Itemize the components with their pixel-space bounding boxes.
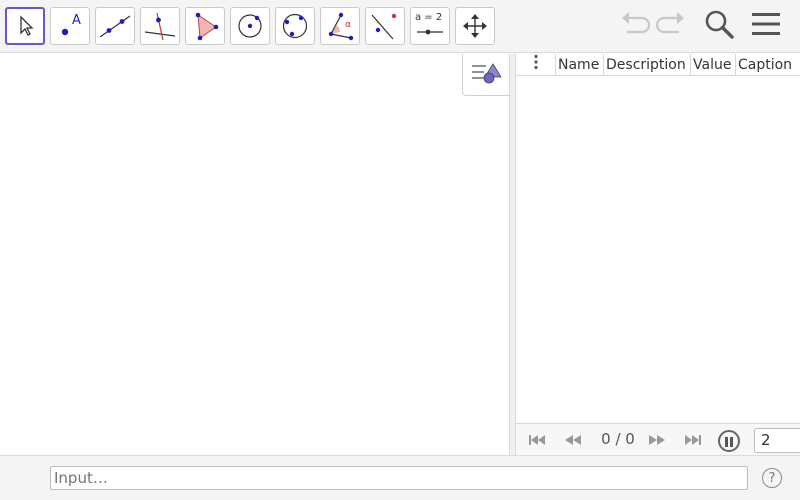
- pause-icon: [724, 432, 734, 451]
- previous-step-button[interactable]: [562, 432, 584, 448]
- next-step-button[interactable]: [646, 432, 668, 448]
- help-icon: ?: [768, 470, 776, 486]
- point-tool-label: A: [72, 13, 81, 28]
- rewind-icon: [564, 431, 582, 450]
- construction-protocol-view: Name Description Value Caption 0 / 0 2: [516, 54, 800, 455]
- protocol-column-value[interactable]: Value: [691, 54, 736, 76]
- graphics-view[interactable]: [0, 54, 509, 455]
- first-step-button[interactable]: [526, 432, 548, 448]
- move-graphics-view-tool-icon: [461, 12, 489, 40]
- perpendicular-line-tool-button[interactable]: [140, 7, 180, 45]
- input-help-button[interactable]: ?: [762, 468, 782, 488]
- slider-tool-button[interactable]: a = 2: [410, 7, 450, 45]
- redo-button[interactable]: [653, 8, 689, 44]
- main-menu-button[interactable]: [748, 8, 784, 44]
- move-tool-icon: [14, 14, 36, 38]
- hamburger-menu-icon: [751, 11, 781, 41]
- redo-icon: [655, 11, 687, 41]
- move-graphics-view-tool-button[interactable]: [455, 7, 495, 45]
- protocol-column-caption[interactable]: Caption: [736, 54, 800, 76]
- undo-button[interactable]: [617, 8, 653, 44]
- reflect-tool-button[interactable]: [365, 7, 405, 45]
- play-speed-field[interactable]: 2: [754, 428, 800, 453]
- line-tool-icon: [98, 11, 132, 41]
- style-bar-toggle-icon: [470, 60, 502, 90]
- protocol-column-description[interactable]: Description: [604, 54, 691, 76]
- perpendicular-line-tool-icon: [143, 11, 177, 41]
- point-tool-button[interactable]: A: [50, 7, 90, 45]
- line-tool-button[interactable]: [95, 7, 135, 45]
- search-button[interactable]: [701, 8, 737, 44]
- protocol-navigation-bar: 0 / 0 2: [516, 423, 800, 455]
- view-divider[interactable]: [509, 54, 516, 455]
- skip-to-start-icon: [528, 431, 546, 450]
- move-tool-button[interactable]: [5, 7, 45, 45]
- circle-center-point-tool-icon: [234, 11, 266, 41]
- toolbar: A α a = 2: [0, 0, 800, 53]
- fast-forward-icon: [648, 431, 666, 450]
- angle-tool-button[interactable]: α: [320, 7, 360, 45]
- style-bar-toggle-button[interactable]: [462, 54, 509, 96]
- skip-to-end-icon: [684, 431, 702, 450]
- angle-tool-label: α: [345, 20, 351, 30]
- angle-tool-icon: α: [324, 11, 356, 41]
- search-icon: [703, 8, 735, 44]
- protocol-header: Name Description Value Caption: [516, 54, 800, 76]
- point-tool-icon: A: [55, 11, 85, 41]
- input-bar: ?: [0, 455, 800, 500]
- polygon-tool-button[interactable]: [185, 7, 225, 45]
- undo-icon: [619, 11, 651, 41]
- circle-center-point-tool-button[interactable]: [230, 7, 270, 45]
- circle-three-points-tool-button[interactable]: [275, 7, 315, 45]
- polygon-tool-icon: [189, 11, 221, 41]
- protocol-column-menu-button[interactable]: [516, 54, 556, 76]
- slider-tool-icon: a = 2: [414, 11, 446, 41]
- reflect-tool-icon: [369, 11, 401, 41]
- algebra-input-field[interactable]: [50, 466, 748, 490]
- step-counter: 0 / 0: [601, 430, 635, 448]
- circle-three-points-tool-icon: [279, 11, 311, 41]
- last-step-button[interactable]: [682, 432, 704, 448]
- play-pause-button[interactable]: [718, 430, 740, 452]
- vertical-dots-icon: [533, 54, 539, 77]
- protocol-column-name[interactable]: Name: [556, 54, 604, 76]
